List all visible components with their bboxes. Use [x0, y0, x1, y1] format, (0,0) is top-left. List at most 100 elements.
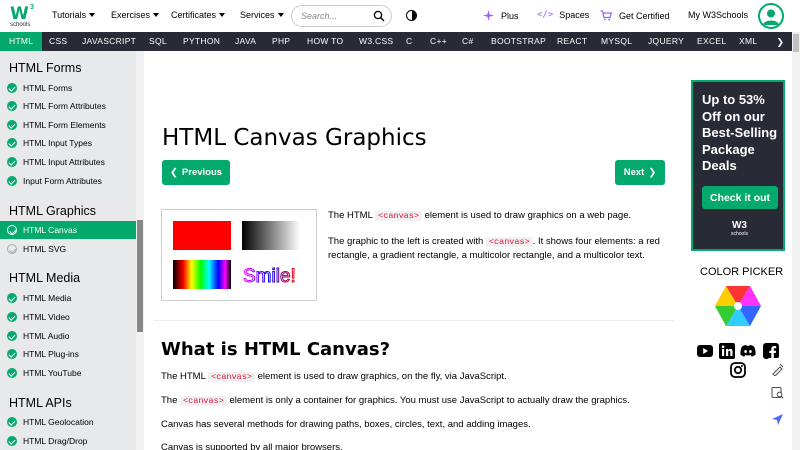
sidebar-item-label: HTML Forms [23, 83, 73, 93]
user-avatar-icon[interactable] [758, 3, 784, 29]
sidebar-item-html-plugins[interactable]: HTML Plug-ins [0, 345, 136, 363]
previous-button[interactable]: ❮ Previous [162, 160, 230, 185]
gradient-rectangle [242, 221, 300, 250]
subject-tab-c[interactable]: C [406, 32, 412, 51]
paragraph-1: The HTML <canvas> element is used to dra… [161, 370, 671, 384]
check-icon [7, 157, 17, 167]
spaces-link[interactable]: </> Spaces [537, 10, 589, 20]
get-certified-link[interactable]: Get Certified [600, 10, 670, 21]
sidebar-item-form-elements[interactable]: HTML Form Elements [0, 116, 136, 134]
search-input[interactable]: Search... [291, 5, 392, 27]
subject-tab-cpp[interactable]: C++ [430, 32, 447, 51]
page-scrollbar[interactable] [792, 32, 800, 450]
chevron-left-icon: ❮ [169, 167, 178, 178]
sidebar-item-html-svg[interactable]: HTML SVG [0, 240, 136, 258]
logo-w: W [10, 4, 29, 24]
color-picker-hexagon-icon[interactable] [714, 285, 762, 327]
ai-assistant-icon[interactable] [766, 408, 788, 430]
sidebar-item-html-video[interactable]: HTML Video [0, 308, 136, 326]
subject-tab-javascript[interactable]: JAVASCRIPT [82, 32, 136, 51]
sidebar-item-input-attributes[interactable]: HTML Input Attributes [0, 153, 136, 171]
certificates-menu[interactable]: Certificates [171, 10, 226, 20]
subject-tab-react[interactable]: REACT [557, 32, 587, 51]
chevron-right-icon: ❯ [648, 167, 657, 178]
paragraph-3: Canvas has several methods for drawing p… [161, 419, 531, 430]
subject-tab-bootstrap[interactable]: BOOTSTRAP [491, 32, 546, 51]
text-segment: element is used to draw graphics, on the… [257, 371, 507, 382]
youtube-icon[interactable] [697, 343, 713, 359]
subject-tab-xml[interactable]: XML [739, 32, 757, 51]
subject-tab-php[interactable]: PHP [272, 32, 290, 51]
sidebar-item-html-forms[interactable]: HTML Forms [0, 79, 136, 97]
sidebar-item-html-media[interactable]: HTML Media [0, 289, 136, 307]
discord-icon[interactable] [740, 343, 756, 359]
subject-tab-w3css[interactable]: W3.CSS [359, 32, 393, 51]
subject-tab-java[interactable]: JAVA [235, 32, 256, 51]
sidebar-item-input-types[interactable]: HTML Input Types [0, 134, 136, 152]
caret-down-icon [277, 13, 284, 17]
subject-tab-how-to[interactable]: HOW TO [307, 32, 343, 51]
sidebar-item-html-geolocation[interactable]: HTML Geolocation [0, 413, 136, 431]
sidebar-item-form-attributes[interactable]: HTML Form Attributes [0, 97, 136, 115]
section-divider [154, 320, 674, 321]
color-picker-heading: COLOR PICKER [700, 266, 784, 278]
w3schools-logo[interactable]: W 3 schools [8, 4, 36, 28]
sidebar-item-html-canvas[interactable]: HTML Canvas [0, 221, 136, 239]
ad-check-it-out-button[interactable]: Check it out [702, 186, 778, 209]
sidebar-item-html-audio[interactable]: HTML Audio [0, 327, 136, 345]
check-icon [7, 368, 17, 378]
check-icon [7, 331, 17, 341]
sidebar-item-html-youtube[interactable]: HTML YouTube [0, 364, 136, 382]
next-label: Next [623, 167, 645, 178]
dark-mode-toggle-icon[interactable] [406, 10, 417, 21]
search-icon[interactable] [373, 10, 385, 22]
tutorials-menu[interactable]: Tutorials [52, 10, 96, 20]
sidebar-item-label: HTML Geolocation [23, 417, 94, 427]
highlighter-tool-icon[interactable] [766, 358, 788, 380]
text-segment: element is used to draw graphics on a we… [424, 210, 632, 221]
red-rectangle [173, 221, 231, 250]
subject-tab-excel[interactable]: EXCEL [697, 32, 726, 51]
next-button[interactable]: Next ❯ [615, 160, 665, 185]
sidebar-item-label: HTML Audio [23, 331, 70, 341]
multicolor-text: Smile! [243, 266, 296, 287]
ad-banner[interactable]: Up to 53% Off on our Best-Selling Packag… [691, 80, 785, 251]
services-menu[interactable]: Services [240, 10, 284, 20]
subject-tab-html[interactable]: HTML [0, 32, 43, 51]
ad-w3schools-logo: W3 schools [731, 220, 748, 237]
page-scrollbar-thumb[interactable] [793, 34, 799, 52]
exercises-menu[interactable]: Exercises [111, 10, 160, 20]
subject-tab-csharp[interactable]: C# [462, 32, 473, 51]
sparkle-icon [483, 10, 494, 21]
search-tool-icon[interactable] [766, 381, 788, 403]
instagram-icon[interactable] [730, 362, 746, 378]
check-icon [7, 101, 17, 111]
subject-tab-mysql[interactable]: MYSQL [601, 32, 632, 51]
my-w3schools-link[interactable]: My W3Schools [688, 10, 748, 20]
sidebar-item-label: HTML Form Attributes [23, 101, 106, 111]
scroll-right-icon[interactable]: ❯ [776, 37, 784, 48]
text-segment: The graphic to the left is created with [328, 236, 484, 247]
subject-tab-jquery[interactable]: JQUERY [648, 32, 684, 51]
check-icon [7, 349, 17, 359]
facebook-icon[interactable] [763, 343, 779, 359]
check-icon [7, 244, 17, 254]
subject-navigation: HTML CSS JAVASCRIPT SQL PYTHON JAVA PHP … [0, 32, 800, 51]
subject-tab-css[interactable]: CSS [49, 32, 67, 51]
subject-tab-sql[interactable]: SQL [149, 32, 167, 51]
sidebar-item-label: HTML Canvas [23, 225, 78, 235]
logo-schools: schools [10, 22, 31, 28]
ad-logo-schools: schools [731, 231, 748, 237]
plus-link[interactable]: Plus [483, 10, 519, 21]
sidebar-item-label: HTML Form Elements [23, 120, 106, 130]
check-icon [7, 120, 17, 130]
sidebar-item-label: HTML Video [23, 312, 70, 322]
ad-logo-w3: W3 [731, 220, 747, 231]
code-brackets-icon: </> [537, 10, 554, 20]
sidebar-scrollbar-thumb[interactable] [137, 220, 143, 332]
sidebar-item-input-form-attributes[interactable]: Input Form Attributes [0, 172, 136, 190]
subject-tab-python[interactable]: PYTHON [183, 32, 220, 51]
code-canvas: <canvas> [375, 211, 422, 221]
linkedin-icon[interactable] [719, 343, 735, 359]
sidebar-item-html-drag-drop[interactable]: HTML Drag/Drop [0, 432, 136, 450]
